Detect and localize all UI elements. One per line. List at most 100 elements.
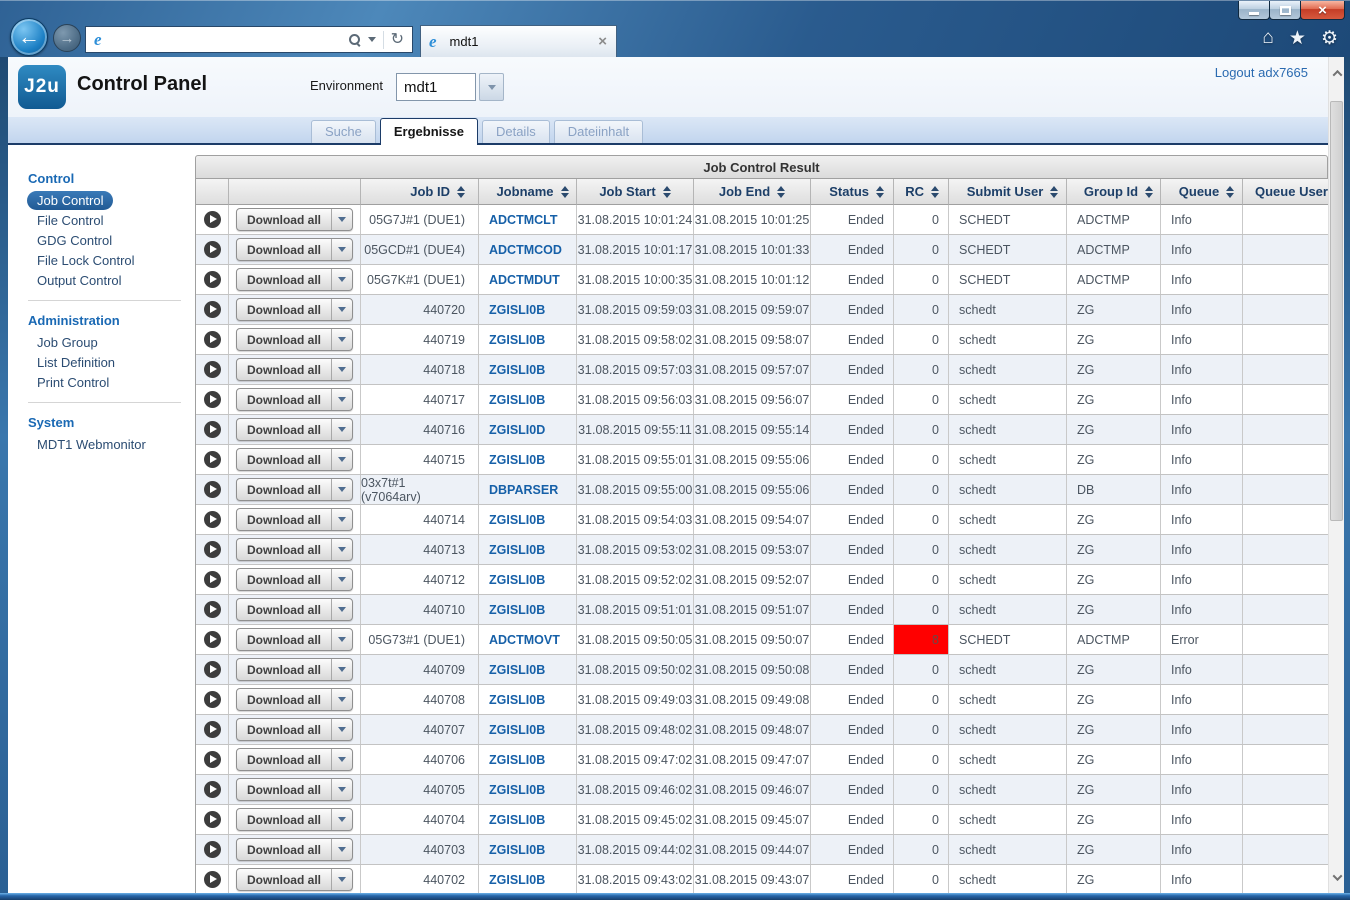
download-options-button[interactable] [331,509,352,530]
download-all-button[interactable]: Download all [237,539,331,560]
expand-row-button[interactable] [204,301,221,318]
jobname-link[interactable]: ZGISLI0B [479,805,577,834]
expand-row-button[interactable] [204,271,221,288]
download-all-button[interactable]: Download all [237,569,331,590]
expand-row-button[interactable] [204,421,221,438]
sidebar-item-file-control[interactable]: File Control [37,211,103,230]
jobname-link[interactable]: ZGISLI0D [479,415,577,444]
tab-details[interactable]: Details [482,120,550,143]
jobname-link[interactable]: ZGISLI0B [479,565,577,594]
jobname-link[interactable]: ZGISLI0B [479,655,577,684]
search-icon[interactable] [348,33,361,46]
download-options-button[interactable] [331,839,352,860]
environment-value[interactable]: mdt1 [396,73,476,101]
jobname-link[interactable]: ZGISLI0B [479,445,577,474]
download-all-button[interactable]: Download all [237,779,331,800]
download-options-button[interactable] [331,749,352,770]
expand-row-button[interactable] [204,631,221,648]
download-options-button[interactable] [331,329,352,350]
tab-dateiinhalt[interactable]: Dateiinhalt [554,120,643,143]
sidebar-item-output-control[interactable]: Output Control [37,271,122,290]
browser-back-button[interactable]: ← [10,18,48,56]
jobname-link[interactable]: ZGISLI0B [479,535,577,564]
expand-row-button[interactable] [204,811,221,828]
jobname-link[interactable]: ZGISLI0B [479,505,577,534]
download-all-button[interactable]: Download all [237,659,331,680]
download-options-button[interactable] [331,719,352,740]
tab-suche[interactable]: Suche [311,120,376,143]
download-options-button[interactable] [331,809,352,830]
column-header-group-id[interactable]: Group Id [1067,179,1161,205]
download-options-button[interactable] [331,239,352,260]
download-all-button[interactable]: Download all [237,839,331,860]
expand-row-button[interactable] [204,361,221,378]
download-all-button[interactable]: Download all [237,719,331,740]
download-all-button[interactable]: Download all [237,509,331,530]
download-all-button[interactable]: Download all [237,299,331,320]
download-all-button[interactable]: Download all [237,239,331,260]
download-options-button[interactable] [331,299,352,320]
sidebar-item-print-control[interactable]: Print Control [37,373,109,392]
download-options-button[interactable] [331,449,352,470]
expand-row-button[interactable] [204,721,221,738]
expand-row-button[interactable] [204,781,221,798]
expand-row-button[interactable] [204,751,221,768]
home-icon[interactable]: ⌂ [1262,27,1273,50]
download-options-button[interactable] [331,419,352,440]
jobname-link[interactable]: DBPARSER [479,475,577,504]
download-all-button[interactable]: Download all [237,689,331,710]
minimize-button[interactable] [1238,1,1270,20]
favorites-star-icon[interactable]: ★ [1289,27,1306,50]
close-button[interactable]: × [1300,1,1345,20]
browser-tab[interactable]: e mdt1 × [420,25,617,57]
expand-row-button[interactable] [204,391,221,408]
download-options-button[interactable] [331,869,352,890]
expand-row-button[interactable] [204,871,221,888]
sidebar-item-file-lock-control[interactable]: File Lock Control [37,251,135,270]
jobname-link[interactable]: ZGISLI0B [479,355,577,384]
tab-ergebnisse[interactable]: Ergebnisse [380,118,478,145]
download-all-button[interactable]: Download all [237,449,331,470]
scroll-up-button[interactable] [1329,61,1345,85]
expand-row-button[interactable] [204,541,221,558]
column-header-job-end[interactable]: Job End [694,179,811,205]
expand-row-button[interactable] [204,451,221,468]
download-all-button[interactable]: Download all [237,809,331,830]
jobname-link[interactable]: ZGISLI0B [479,835,577,864]
download-all-button[interactable]: Download all [237,869,331,890]
download-options-button[interactable] [331,689,352,710]
download-options-button[interactable] [331,779,352,800]
refresh-icon[interactable]: ↻ [391,32,404,48]
logout-link[interactable]: Logout adx7665 [1215,65,1308,80]
download-all-button[interactable]: Download all [237,629,331,650]
jobname-link[interactable]: ZGISLI0B [479,715,577,744]
jobname-link[interactable]: ADCTMOVT [479,625,577,654]
expand-row-button[interactable] [204,241,221,258]
expand-row-button[interactable] [204,511,221,528]
column-header-submit-user[interactable]: Submit User [949,179,1067,205]
expand-row-button[interactable] [204,481,221,498]
sidebar-item-list-definition[interactable]: List Definition [37,353,115,372]
download-all-button[interactable]: Download all [237,419,331,440]
column-header-job-start[interactable]: Job Start [577,179,694,205]
column-header-rc[interactable]: RC [894,179,949,205]
address-dropdown-icon[interactable] [368,37,376,42]
download-options-button[interactable] [331,539,352,560]
scrollbar-thumb[interactable] [1330,101,1343,521]
jobname-link[interactable]: ZGISLI0B [479,595,577,624]
jobname-link[interactable]: ADCTMCLT [479,205,577,234]
sidebar-item-job-group[interactable]: Job Group [37,333,98,352]
tab-close-icon[interactable]: × [598,34,607,49]
download-all-button[interactable]: Download all [237,269,331,290]
expand-row-button[interactable] [204,691,221,708]
column-header-job-id[interactable]: Job ID [361,179,479,205]
download-options-button[interactable] [331,389,352,410]
download-all-button[interactable]: Download all [237,209,331,230]
environment-dropdown-button[interactable] [479,73,504,101]
jobname-link[interactable]: ZGISLI0B [479,685,577,714]
expand-row-button[interactable] [204,661,221,678]
jobname-link[interactable]: ZGISLI0B [479,295,577,324]
download-all-button[interactable]: Download all [237,389,331,410]
jobname-link[interactable]: ZGISLI0B [479,775,577,804]
expand-row-button[interactable] [204,571,221,588]
